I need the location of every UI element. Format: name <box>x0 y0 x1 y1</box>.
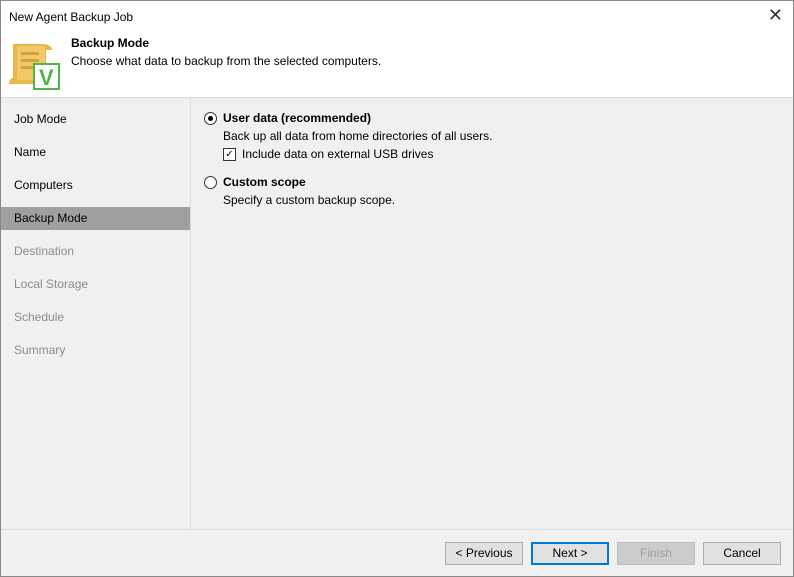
step-schedule: Schedule <box>14 310 65 324</box>
wizard-steps: Job Mode Name Computers Backup Mode Dest… <box>1 98 191 529</box>
step-summary: Summary <box>14 343 66 357</box>
step-name[interactable]: Name <box>1 141 190 164</box>
page-title: Backup Mode <box>71 36 150 50</box>
custom-scope-description: Specify a custom backup scope. <box>223 193 396 207</box>
window-title: New Agent Backup Job <box>9 10 134 24</box>
title-bar: New Agent Backup Job ✕ <box>1 1 793 31</box>
user-data-description: Back up all data from home directories o… <box>223 129 493 143</box>
close-icon[interactable]: ✕ <box>768 5 783 26</box>
user-data-label: User data (recommended) <box>223 111 372 125</box>
step-local-storage: Local Storage <box>14 277 89 291</box>
user-data-radio[interactable]: User data (recommended) <box>204 111 371 125</box>
cancel-button[interactable]: Cancel <box>703 542 781 565</box>
step-computers[interactable]: Computers <box>1 174 190 197</box>
page-subtitle: Choose what data to backup from the sele… <box>71 54 382 68</box>
usb-drives-checkbox[interactable]: ✓ Include data on external USB drives <box>223 147 433 161</box>
custom-scope-label: Custom scope <box>223 175 306 189</box>
backup-scroll-icon: V <box>9 44 60 90</box>
wizard-header: V Backup Mode Choose what data to backup… <box>1 31 793 98</box>
next-button[interactable]: Next > <box>531 542 609 565</box>
wizard-footer: < Previous Next > Finish Cancel <box>1 529 793 577</box>
radio-selected-icon[interactable] <box>204 111 217 125</box>
backup-mode-panel: User data (recommended) Back up all data… <box>191 98 793 529</box>
finish-button: Finish <box>617 542 695 565</box>
radio-unselected-icon[interactable] <box>204 175 217 189</box>
wizard-window: New Agent Backup Job ✕ V Backup Mode Cho… <box>0 0 794 577</box>
step-destination: Destination <box>14 244 75 258</box>
checkbox-checked-icon[interactable]: ✓ <box>223 147 236 161</box>
custom-scope-radio[interactable]: Custom scope <box>204 175 306 189</box>
step-backup-mode[interactable]: Backup Mode <box>1 207 190 230</box>
usb-drives-label: Include data on external USB drives <box>242 147 434 161</box>
step-job-mode[interactable]: Job Mode <box>1 108 190 131</box>
svg-text:V: V <box>39 65 54 90</box>
previous-button[interactable]: < Previous <box>445 542 523 565</box>
